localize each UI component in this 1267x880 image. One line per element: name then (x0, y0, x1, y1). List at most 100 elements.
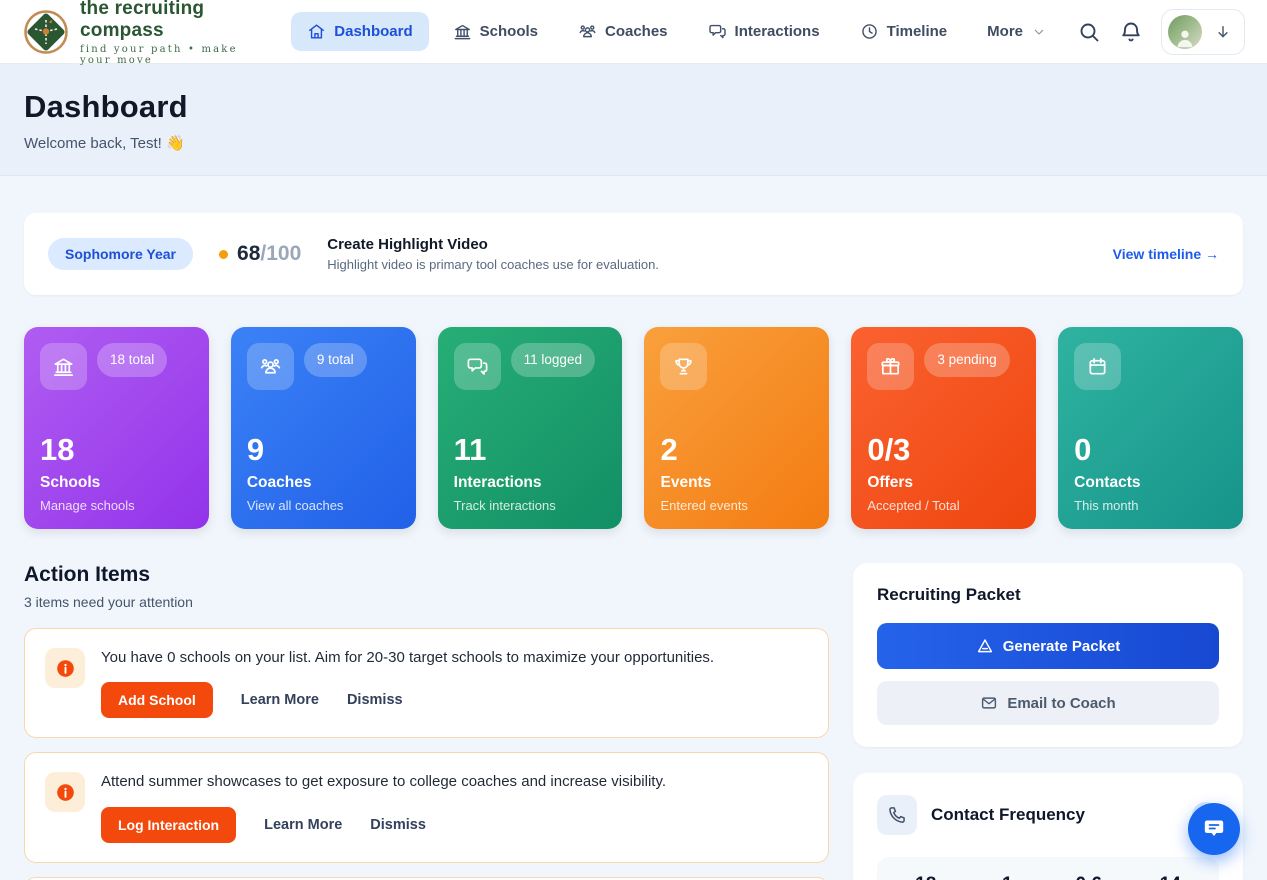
score-total: /100 (260, 242, 301, 265)
stat-card-coaches[interactable]: 9 total9CoachesView all coaches (231, 327, 416, 529)
recruiting-packet-card: Recruiting Packet Generate Packet (853, 563, 1243, 747)
brand-title: the recruiting compass (80, 0, 251, 42)
nav-item-schools[interactable]: Schools (437, 12, 554, 51)
stat-sublabel: Track interactions (454, 498, 607, 513)
chat-fab-button[interactable] (1188, 803, 1240, 855)
user-avatar (1168, 15, 1202, 49)
gift-icon (867, 343, 914, 390)
phase-badge: Sophomore Year (48, 238, 193, 270)
freq-stat-value: 0.6 (1048, 874, 1130, 880)
phase-banner: Sophomore Year 68/100 Create Highlight V… (24, 213, 1243, 295)
stat-badge: 9 total (304, 343, 367, 377)
nav-item-label: Interactions (735, 23, 820, 40)
nav-item-label: Coaches (605, 23, 668, 40)
add-school-button[interactable]: Add School (101, 682, 213, 718)
chevron-down-icon (1031, 24, 1047, 40)
brand-logo-group[interactable]: the recruiting compass find your path • … (22, 0, 251, 66)
stat-label: Events (660, 474, 813, 492)
coaches-icon (578, 22, 597, 41)
email-to-coach-label: Email to Coach (1007, 695, 1115, 712)
nav-item-timeline[interactable]: Timeline (844, 12, 964, 51)
calendar-icon (1074, 343, 1121, 390)
stat-number: 0 (1074, 434, 1227, 465)
stat-sublabel: Accepted / Total (867, 498, 1020, 513)
action-items-title: Action Items (24, 563, 829, 587)
nav-item-dashboard[interactable]: Dashboard (291, 12, 428, 51)
nav-item-coaches[interactable]: Coaches (562, 12, 684, 51)
stat-number: 11 (454, 434, 607, 465)
welcome-message: Welcome back, Test! 👋 (24, 134, 1243, 152)
coaches-icon (247, 343, 294, 390)
stat-label: Contacts (1074, 474, 1227, 492)
stat-sublabel: Manage schools (40, 498, 193, 513)
mail-icon (980, 694, 998, 712)
learn-more-button[interactable]: Learn More (241, 692, 319, 708)
stat-card-contacts[interactable]: 0 Contacts This month (1058, 327, 1243, 529)
score-group: 68/100 (219, 242, 301, 266)
learn-more-button[interactable]: Learn More (264, 817, 342, 833)
action-item-message: You have 0 schools on your list. Aim for… (101, 648, 808, 668)
trophy-icon (660, 343, 707, 390)
bell-icon[interactable] (1119, 20, 1143, 44)
school-icon (453, 22, 472, 41)
nav-item-label: Timeline (887, 23, 948, 40)
nav-item-label: Schools (480, 23, 538, 40)
contact-frequency-stats: 18Total Logged1Last 7 Days0.6Avg/Month14 (877, 857, 1219, 880)
stat-label: Offers (867, 474, 1020, 492)
action-items-subtitle: 3 items need your attention (24, 594, 829, 610)
recruiting-packet-title: Recruiting Packet (877, 585, 1219, 605)
stat-card-interactions[interactable]: 11 logged 11 Interactions Track interaction… (438, 327, 623, 529)
freq-stat-value: 1 (967, 874, 1049, 880)
phase-info: Create Highlight Video Highlight video i… (327, 236, 659, 272)
page-header: Dashboard Welcome back, Test! 👋 (0, 64, 1267, 176)
brand-text: the recruiting compass find your path • … (80, 0, 251, 66)
stat-label: Coaches (247, 474, 400, 492)
stat-sublabel: Entered events (660, 498, 813, 513)
log-interaction-button[interactable]: Log Interaction (101, 807, 236, 843)
stat-number: 0/3 (867, 434, 1020, 465)
info-icon (45, 772, 85, 812)
page-title: Dashboard (24, 89, 1243, 125)
nav-item-label: More (987, 23, 1023, 40)
stat-badge: 18 total (97, 343, 167, 377)
chat-icon (1202, 817, 1226, 841)
stat-badge: 3 pending (924, 343, 1009, 377)
generate-packet-label: Generate Packet (1003, 638, 1121, 655)
arrow-down-icon (1214, 23, 1232, 41)
top-nav: the recruiting compass find your path • … (0, 0, 1267, 64)
stat-sublabel: This month (1074, 498, 1227, 513)
stats-grid: 18 total18SchoolsManage schools9 total9C… (24, 327, 1243, 529)
generate-packet-button[interactable]: Generate Packet (877, 623, 1219, 669)
dismiss-button[interactable]: Dismiss (347, 692, 403, 708)
stat-label: Interactions (454, 474, 607, 492)
nav-menu: Dashboard Schools Coaches Interactions Timel… (291, 12, 1063, 51)
freq-stat-value: 18 (885, 874, 967, 880)
nav-item-label: Dashboard (334, 23, 412, 40)
action-item-card: Attend summer showcases to get exposure … (24, 752, 829, 862)
timeline-icon (860, 22, 879, 41)
stat-card-offers[interactable]: 3 pending 0/3 Offers Accepted / Total (851, 327, 1036, 529)
dismiss-button[interactable]: Dismiss (370, 817, 426, 833)
score-dot (219, 250, 228, 259)
freq-stat: 0.6Avg/Month (1048, 874, 1130, 880)
info-icon (45, 648, 85, 688)
brand-tagline: find your path • make your move (80, 44, 251, 66)
stat-sublabel: View all coaches (247, 498, 400, 513)
action-item-message: Attend summer showcases to get exposure … (101, 772, 808, 792)
stat-number: 18 (40, 434, 193, 465)
email-to-coach-button[interactable]: Email to Coach (877, 681, 1219, 725)
nav-item-more[interactable]: More (971, 13, 1063, 50)
stat-card-events[interactable]: 2 Events Entered events (644, 327, 829, 529)
packet-icon (976, 637, 994, 655)
stat-number: 2 (660, 434, 813, 465)
user-menu[interactable] (1161, 9, 1245, 55)
view-timeline-link[interactable]: View timeline → (1113, 246, 1219, 262)
action-item-card: You have 0 schools on your list. Aim for… (24, 628, 829, 738)
freq-stat: 1Last 7 Days (967, 874, 1049, 880)
nav-item-interactions[interactable]: Interactions (692, 12, 836, 51)
action-item-card: Create a highlight video to showcase you… (24, 877, 829, 880)
stat-card-schools[interactable]: 18 total18SchoolsManage schools (24, 327, 209, 529)
stat-badge: 11 logged (511, 343, 595, 377)
search-icon[interactable] (1077, 20, 1101, 44)
action-items-section: Action Items 3 items need your attention… (24, 563, 829, 880)
